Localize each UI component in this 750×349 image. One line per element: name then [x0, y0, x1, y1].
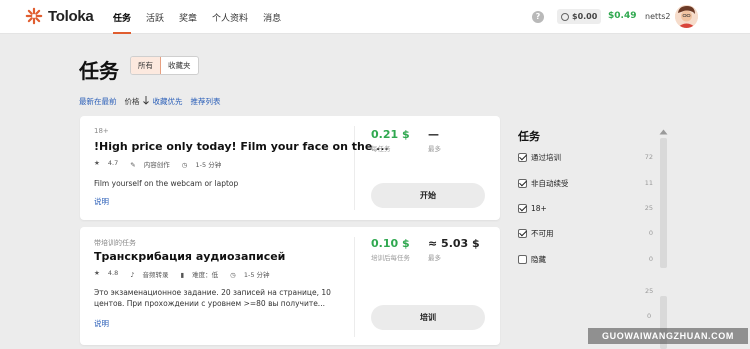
- nav-profile[interactable]: 个人资料: [212, 11, 248, 34]
- page-title: 任务: [79, 59, 119, 83]
- filter-count: 25: [644, 204, 653, 212]
- clock-icon: [561, 12, 569, 21]
- filter-count: 0: [648, 229, 653, 237]
- sort-favorites-first[interactable]: 收藏优先: [153, 96, 183, 107]
- task-title[interactable]: !High price only today! Film your face o…: [94, 140, 389, 153]
- task-description: Film yourself on the webcam or laptop: [94, 179, 239, 188]
- checkbox[interactable]: [518, 228, 527, 238]
- clock-icon: ◷: [230, 271, 238, 279]
- task-title[interactable]: Транскрибация аудиозаписей: [94, 250, 285, 263]
- watermark: GUOWAIWANGZHUAN.COM: [588, 328, 748, 344]
- filter-title: 任务: [518, 130, 540, 143]
- avatar[interactable]: [675, 5, 698, 28]
- max-caption: 最多: [428, 145, 441, 153]
- balance-chip[interactable]: $0.00: [557, 9, 602, 24]
- filter-hidden[interactable]: 隐藏 0: [518, 253, 653, 265]
- checkbox[interactable]: [518, 152, 527, 162]
- username[interactable]: netts2: [645, 12, 671, 21]
- filter-count: 0: [647, 312, 652, 320]
- task-description: Это экзаменационное задание. 20 записей …: [94, 288, 331, 308]
- checkbox[interactable]: [518, 178, 527, 188]
- clock-icon: ◷: [181, 161, 190, 169]
- sort-price[interactable]: 价格: [125, 96, 140, 107]
- checkbox[interactable]: [518, 203, 527, 213]
- task-price: 0.21 $: [371, 128, 410, 141]
- duration: ◷ 1-5 分钟: [181, 161, 222, 169]
- app-name: Toloka: [48, 7, 94, 25]
- instructions-link[interactable]: 说明: [94, 196, 109, 207]
- category: ♪ 音频转录: [130, 271, 169, 279]
- filter-count: 11: [644, 179, 653, 187]
- nav-messages[interactable]: 消息: [263, 11, 281, 34]
- task-meta: ★ 4.8 ♪ 音频转录 ▮ 难度：低 ◷ 1-5 分钟: [94, 269, 282, 279]
- sort-newest[interactable]: 最新在最前: [79, 96, 117, 107]
- filter-unavailable[interactable]: 不可用 0: [518, 227, 653, 239]
- task-card[interactable]: 18+ !High price only today! Film your fa…: [80, 116, 500, 220]
- task-meta: ★ 4.7 ✎ 内容创作 ◷ 1-5 分钟: [94, 159, 233, 169]
- sort-bar: 最新在最前 价格 收藏优先 推荐列表: [79, 96, 229, 107]
- rating: ★ 4.8: [94, 269, 119, 277]
- max-earnings: —: [428, 128, 439, 141]
- task-card[interactable]: 带培训的任务 Транскрибация аудиозаписей ★ 4.8 …: [80, 227, 500, 345]
- earned-balance[interactable]: $0.49: [608, 11, 636, 21]
- sort-recommended[interactable]: 推荐列表: [191, 96, 221, 107]
- filter-label: 不可用: [531, 228, 554, 238]
- age-label: 18+: [94, 127, 109, 135]
- pencil-icon: ✎: [130, 161, 138, 169]
- rating: ★ 4.7: [94, 159, 119, 167]
- filter-non-auto[interactable]: 非自动续受 11: [518, 177, 653, 189]
- sort-arrow-icon: [142, 96, 149, 105]
- training-label: 带培训的任务: [94, 239, 136, 247]
- difficulty: ▮ 难度：低: [180, 271, 219, 279]
- nav-badges[interactable]: 奖章: [179, 11, 197, 34]
- audio-icon: ♪: [130, 271, 137, 279]
- task-scope-toggle: 所有 收藏夹: [130, 56, 199, 75]
- filter-adult[interactable]: 18+ 25: [518, 202, 653, 214]
- top-bar: Toloka 任务 活跃 奖章 个人资料 消息 ? $0.00 $0.49 ne…: [0, 0, 750, 34]
- card-divider: [354, 237, 355, 337]
- filter-label: 非自动续受: [531, 178, 569, 188]
- category: ✎ 内容创作: [130, 161, 170, 169]
- filter-passed-training[interactable]: 通过培训 72: [518, 151, 653, 163]
- logo[interactable]: Toloka: [25, 7, 94, 25]
- training-button[interactable]: 培训: [371, 305, 485, 330]
- main-nav: 任务 活跃 奖章 个人资料 消息: [113, 11, 296, 34]
- start-button[interactable]: 开始: [371, 183, 485, 208]
- nav-tasks[interactable]: 任务: [113, 11, 132, 34]
- scrollbar[interactable]: [660, 138, 667, 268]
- task-price: 0.10 $: [371, 237, 410, 250]
- filter-count: 72: [644, 153, 653, 161]
- max-earnings: ≈ 5.03 $: [428, 237, 480, 250]
- nav-active[interactable]: 活跃: [146, 11, 164, 34]
- help-icon[interactable]: ?: [532, 11, 544, 23]
- price-caption: 培训后每任务: [371, 254, 410, 262]
- star-icon: ★: [94, 159, 102, 167]
- filter-count: 0: [648, 255, 653, 263]
- tab-favorites[interactable]: 收藏夹: [161, 57, 198, 74]
- balance-value: $0.00: [572, 12, 598, 21]
- filter-count: 25: [645, 287, 654, 295]
- filter-label: 隐藏: [531, 254, 546, 264]
- filter-label: 18+: [531, 203, 547, 213]
- card-divider: [354, 126, 355, 210]
- toloka-logo-icon: [25, 7, 43, 25]
- tab-all[interactable]: 所有: [131, 57, 161, 74]
- instructions-link[interactable]: 说明: [94, 318, 109, 329]
- star-icon: ★: [94, 269, 102, 277]
- scroll-up-icon[interactable]: [659, 129, 668, 135]
- max-caption: 最多: [428, 254, 441, 262]
- filter-label: 通过培训: [531, 152, 561, 162]
- checkbox[interactable]: [518, 254, 527, 264]
- duration: ◷ 1-5 分钟: [230, 271, 270, 279]
- price-caption: 每任务: [371, 145, 391, 153]
- level-icon: ▮: [180, 271, 187, 279]
